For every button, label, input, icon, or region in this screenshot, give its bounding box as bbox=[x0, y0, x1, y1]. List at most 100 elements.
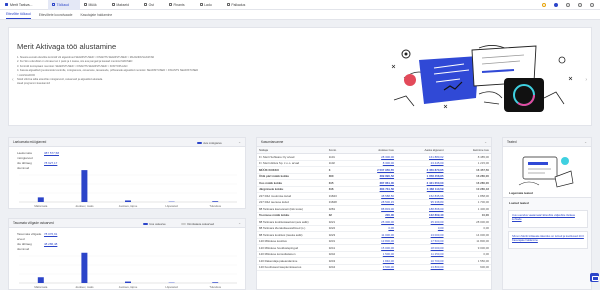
sales-bar-chart: Maksmata Jooksev, maks Jooksev, täpne Lõpet… bbox=[19, 170, 237, 208]
sales-icon bbox=[83, 3, 87, 6]
nav-item-palkadus[interactable]: Palkadus bbox=[223, 0, 257, 10]
payroll-icon bbox=[226, 3, 230, 6]
chart-bar[interactable] bbox=[212, 201, 219, 202]
nav-item-ost[interactable]: Ost bbox=[140, 0, 165, 10]
chat-widget-icon[interactable] bbox=[590, 273, 599, 282]
row-name-cell: 120 Koolitusest kauplemisteenus bbox=[257, 264, 327, 272]
x-tick-label: Jooksev, maks bbox=[75, 285, 94, 289]
stat-label: Tasumata võlgade arved bbox=[17, 232, 42, 241]
app-logo-icon bbox=[5, 3, 8, 6]
notification-icon[interactable] bbox=[542, 3, 546, 7]
nav-item-ladu[interactable]: Ladu bbox=[196, 0, 223, 10]
stat-row: Tasumata võlgade arved 78 076,91 bbox=[17, 232, 57, 242]
nav-item-label: Makseid bbox=[116, 2, 129, 7]
banner-title: Merit Aktivaga töö alustamine bbox=[17, 42, 117, 51]
panel-title: Teated bbox=[507, 140, 517, 144]
approve-purchase-invoices-toggle[interactable]: Kinnitatava ostuarved bbox=[181, 222, 214, 226]
purchase-icon bbox=[143, 3, 147, 6]
nav-item-myyk[interactable]: Müük bbox=[80, 0, 108, 10]
column-header[interactable]: Konto bbox=[326, 147, 353, 155]
top-right-tools bbox=[542, 0, 600, 10]
read-news-title: Loetud teated bbox=[509, 201, 529, 205]
tab-kasutajate-haldamine[interactable]: Kasutajate haldamine bbox=[80, 13, 112, 19]
x-tick-label: Jooksev, täpne bbox=[119, 204, 138, 208]
x-tick-label: Tulevikus bbox=[209, 285, 221, 289]
toggle-switch bbox=[181, 222, 186, 226]
news-item[interactable]: Sõnum Meriti töölauale täiendus on tulnu… bbox=[508, 231, 588, 249]
new-purchase-invoice-toggle[interactable]: Uus ostuarve bbox=[143, 222, 166, 226]
panel-header: Teated ⌄ bbox=[503, 138, 591, 147]
panel-title: Laekumata müügiarved bbox=[13, 140, 47, 144]
app-name: Merit Tarkva... bbox=[10, 2, 33, 7]
new-sales-invoice-toggle[interactable]: Ava müügiarve bbox=[197, 141, 222, 145]
news-item[interactable]: Uus uuendus vaatamata! Ettevõtte väljavõ… bbox=[508, 210, 588, 228]
tab-koondvaade[interactable]: Ettevõtete koondvaade bbox=[39, 13, 73, 19]
chart-bar[interactable] bbox=[212, 282, 219, 283]
column-header[interactable]: Eelmine kuu bbox=[445, 147, 491, 155]
warehouse-icon bbox=[199, 3, 203, 6]
carousel-prev-icon[interactable]: ‹ bbox=[12, 77, 14, 83]
table-body: Fr. Merit Software Oy arvad 1101 28 300,00… bbox=[257, 153, 491, 272]
panel-header: Kasumiaruanne ⌄ bbox=[257, 138, 491, 147]
toggle-label: Ava müügiarve bbox=[203, 141, 222, 145]
table-header-row: Näitaja Konto Jooksev kuu Aasta algusest… bbox=[257, 147, 491, 155]
carousel-next-icon[interactable]: › bbox=[585, 77, 587, 83]
payments-icon bbox=[111, 3, 115, 6]
x-tick-label: Maksmata bbox=[34, 204, 47, 208]
apps-grid-icon[interactable] bbox=[590, 3, 594, 7]
panel-header: Tasumata võlgade ostuarved Uus ostuarve … bbox=[9, 219, 245, 228]
toggle-label: Uus ostuarve bbox=[149, 222, 166, 226]
chart-bar[interactable] bbox=[125, 281, 131, 283]
chart-bar[interactable] bbox=[37, 197, 44, 202]
news-panel: Teated ⌄ Lugemata teated Loetud teated U… bbox=[502, 137, 592, 290]
row-ytd-cell[interactable]: 13 800,00 bbox=[396, 264, 446, 272]
unread-news-label[interactable]: Lugemata teated bbox=[509, 191, 533, 195]
read-news-section: Loetud teated Uus uuendus vaatamata! Ett… bbox=[503, 197, 591, 289]
nav-item-toolaud[interactable]: Töölaud bbox=[48, 0, 80, 10]
stat-row: Laekumata müügiarved 387 577,58 bbox=[17, 151, 59, 161]
toggle-switch bbox=[197, 141, 202, 145]
chart-bar[interactable] bbox=[37, 277, 44, 283]
row-account-cell: 3244 bbox=[326, 264, 353, 272]
stat-value[interactable]: 78 076,91 bbox=[44, 232, 57, 242]
panel-title: Tasumata võlgade ostuarved bbox=[13, 221, 54, 225]
x-tick-label: Maksmata bbox=[34, 285, 47, 289]
chart-bar[interactable] bbox=[81, 170, 88, 202]
dashboard-icon bbox=[52, 3, 55, 6]
tab-ettevotte-toolaud[interactable]: Ettevõtte töölaud bbox=[6, 12, 31, 19]
x-tick-label: Tulevikus bbox=[209, 204, 221, 208]
nav-item-label: Töölaud bbox=[56, 2, 69, 7]
chevron-down-icon[interactable]: ⌄ bbox=[238, 140, 241, 144]
app-logo[interactable]: Merit Tarkva... bbox=[0, 3, 48, 7]
nav-item-finants[interactable]: Finants bbox=[165, 0, 196, 10]
chevron-down-icon[interactable]: ⌄ bbox=[584, 140, 587, 144]
column-header[interactable]: Aasta algusest bbox=[396, 147, 446, 155]
stat-label: Laekumata müügiarved bbox=[17, 151, 33, 160]
settings-icon[interactable] bbox=[566, 3, 570, 7]
x-tick-label: Lõpetatud bbox=[165, 285, 178, 289]
chevron-down-icon[interactable]: ⌄ bbox=[484, 140, 487, 144]
banner-instructions: 1. Sisesta esmalt ettevõtte kontrolli võ… bbox=[17, 56, 357, 87]
nav-item-makseid[interactable]: Makseid bbox=[108, 0, 140, 10]
chevron-down-icon[interactable]: ⌄ bbox=[238, 221, 241, 225]
chart-bar[interactable] bbox=[125, 200, 131, 202]
column-header[interactable]: Jooksev kuu bbox=[352, 147, 397, 155]
x-tick-label: Jooksev, maks bbox=[75, 204, 94, 208]
chart-bar[interactable] bbox=[81, 252, 88, 283]
top-navigation-bar: Merit Tarkva... Töölaud Müük Makseid Ost… bbox=[0, 0, 600, 10]
column-header[interactable]: Näitaja bbox=[257, 147, 327, 155]
row-previous-month-cell: 600,00 bbox=[445, 264, 491, 272]
table-row[interactable]: 120 Koolitusest kauplemisteenus 3244 3 500… bbox=[257, 264, 491, 272]
unpaid-sales-invoices-panel: Laekumata müügiarved Ava müügiarve ⌄ Lae… bbox=[8, 137, 246, 209]
profit-report-table: Näitaja Konto Jooksev kuu Aasta algusest… bbox=[257, 147, 491, 272]
user-avatar-icon[interactable] bbox=[554, 3, 558, 7]
row-current-month-cell[interactable]: 3 500,00 bbox=[352, 264, 397, 272]
panel-title: Kasumiaruanne bbox=[261, 140, 284, 144]
x-tick-label: Jooksev, täpne bbox=[119, 285, 138, 289]
onboarding-banner: ‹ Merit Aktivaga töö alustamine 1. Sises… bbox=[8, 27, 592, 126]
nav-item-label: Ost bbox=[148, 2, 154, 7]
stat-value[interactable]: 387 577,58 bbox=[44, 151, 59, 161]
nav-item-label: Müük bbox=[88, 2, 97, 7]
help-icon[interactable] bbox=[578, 3, 582, 7]
nav-item-label: Finants bbox=[173, 2, 185, 7]
